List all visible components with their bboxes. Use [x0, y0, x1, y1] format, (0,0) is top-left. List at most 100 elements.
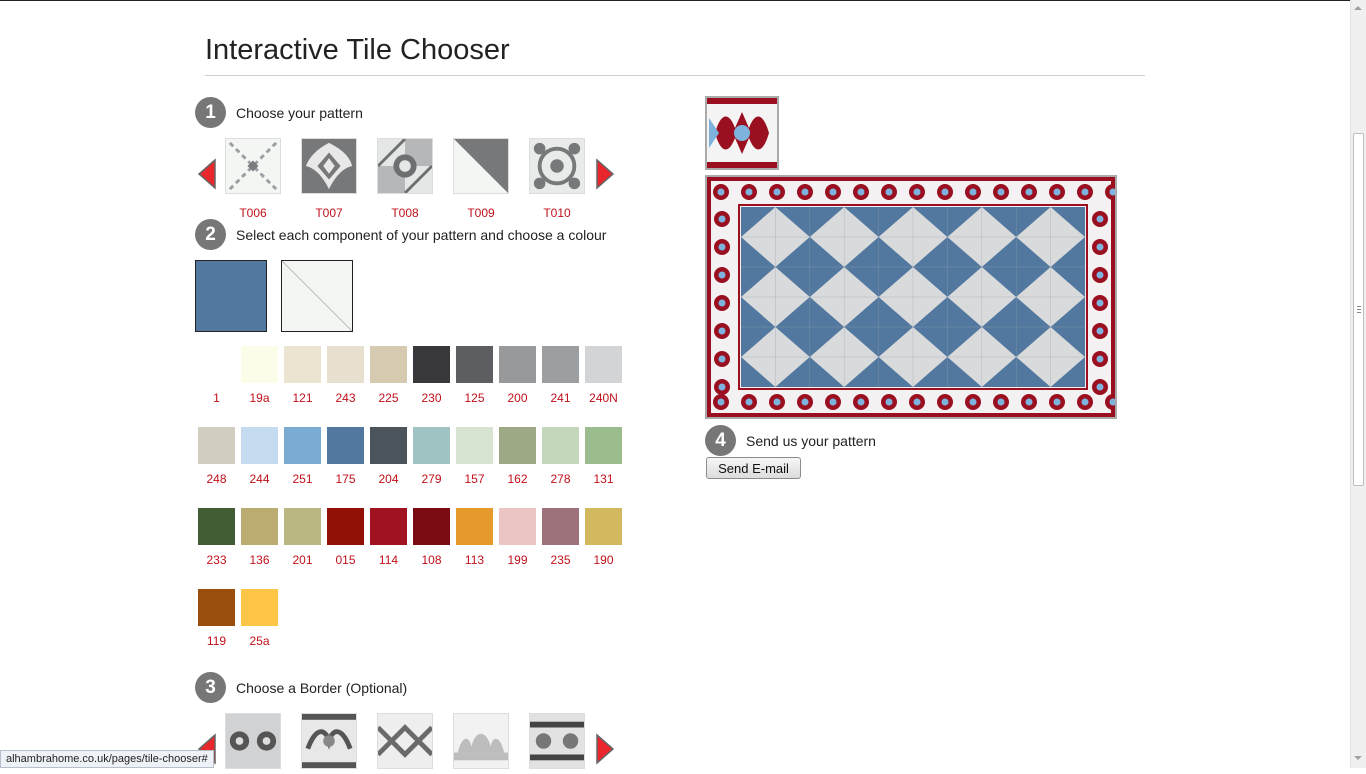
border-ornament-centre: [885, 398, 893, 406]
colour-swatch-119[interactable]: 119: [195, 589, 238, 670]
border-option-1[interactable]: [225, 713, 281, 774]
colour-swatch-225[interactable]: 225: [367, 346, 410, 427]
swatch-code: 157: [464, 472, 485, 486]
swatch-colour: [499, 508, 536, 545]
page-title: Interactive Tile Chooser: [205, 34, 510, 66]
swatch-colour: [542, 508, 579, 545]
swatch-code: 19a: [249, 391, 270, 405]
swatch-colour: [198, 589, 235, 626]
swatch-code: 244: [249, 472, 270, 486]
grip-line: [1357, 306, 1361, 307]
swatch-code: 175: [335, 472, 356, 486]
pattern-code: T007: [315, 206, 343, 220]
swatch-colour: [327, 508, 364, 545]
swatch-code: 235: [550, 553, 571, 567]
colour-swatch-131[interactable]: 131: [582, 427, 625, 508]
colour-swatch-136[interactable]: 136: [238, 508, 281, 589]
swatch-colour: [499, 346, 536, 383]
colour-swatch-113[interactable]: 113: [453, 508, 496, 589]
swatch-code: 119: [206, 634, 227, 648]
border-ornament-centre: [718, 271, 726, 279]
floor-preview-image: [707, 177, 1121, 417]
pattern-prev-arrow-icon[interactable]: [195, 158, 217, 190]
border-ornament-centre: [829, 188, 837, 196]
swatch-code: 200: [507, 391, 528, 405]
vertical-scrollbar[interactable]: [1350, 0, 1366, 768]
colour-swatch-244[interactable]: 244: [238, 427, 281, 508]
border-tile-preview: [705, 96, 779, 170]
border-ornament-centre: [1053, 188, 1061, 196]
border-option-5[interactable]: [529, 713, 585, 774]
border-ornament-centre: [718, 215, 726, 223]
colour-swatch-157[interactable]: 157: [453, 427, 496, 508]
colour-swatch-230[interactable]: 230: [410, 346, 453, 427]
border-option-2[interactable]: [301, 713, 357, 774]
pattern-t009[interactable]: T009: [453, 138, 509, 220]
colour-swatch-25a[interactable]: 25a: [238, 589, 281, 670]
colour-swatch-235[interactable]: 235: [539, 508, 582, 589]
colour-swatch-201[interactable]: 201: [281, 508, 324, 589]
colour-swatch-175[interactable]: 175: [324, 427, 367, 508]
swatch-code: 225: [378, 391, 399, 405]
border-next-arrow-icon[interactable]: [595, 733, 617, 765]
border-ornament-centre: [941, 188, 949, 196]
scrollbar-thumb[interactable]: [1353, 133, 1364, 486]
swatch-colour: [542, 346, 579, 383]
border-option-3[interactable]: [376, 713, 434, 774]
border-ornament-centre: [718, 327, 726, 335]
swatch-code: 162: [507, 472, 528, 486]
border-ornament-centre: [801, 398, 809, 406]
colour-swatch-241[interactable]: 241: [539, 346, 582, 427]
colour-swatch-279[interactable]: 279: [410, 427, 453, 508]
colour-swatch-251[interactable]: 251: [281, 427, 324, 508]
colour-swatch-125[interactable]: 125: [453, 346, 496, 427]
swatch-colour: [585, 346, 622, 383]
swatch-code: 199: [507, 553, 528, 567]
swatch-code: 233: [206, 553, 227, 567]
colour-swatch-243[interactable]: 243: [324, 346, 367, 427]
component-2-selector[interactable]: [281, 260, 353, 332]
colour-swatch-240N[interactable]: 240N: [582, 346, 625, 427]
swatch-code: 131: [593, 472, 614, 486]
send-email-button[interactable]: Send E-mail: [706, 457, 801, 479]
scroll-down-icon[interactable]: [1354, 756, 1362, 760]
pattern-t010[interactable]: T010: [529, 138, 585, 220]
scroll-up-icon[interactable]: [1354, 6, 1362, 10]
border-option-4[interactable]: [453, 713, 509, 774]
swatch-code: 230: [421, 391, 442, 405]
swatch-colour: [370, 508, 407, 545]
colour-swatch-108[interactable]: 108: [410, 508, 453, 589]
step-number: 4: [705, 425, 736, 456]
colour-swatch-199[interactable]: 199: [496, 508, 539, 589]
border-ornament-centre: [913, 188, 921, 196]
colour-swatch-162[interactable]: 162: [496, 427, 539, 508]
colour-swatch-278[interactable]: 278: [539, 427, 582, 508]
border-ornament-centre: [773, 188, 781, 196]
colour-swatch-190[interactable]: 190: [582, 508, 625, 589]
border-ornament-centre: [1096, 355, 1104, 363]
pattern-t008[interactable]: T008: [376, 137, 434, 220]
border-ornament-centre: [718, 383, 726, 391]
border-ornament-centre: [1096, 327, 1104, 335]
border-ornament-centre: [1081, 188, 1089, 196]
colour-swatch-1[interactable]: 1: [195, 346, 238, 427]
colour-swatch-015[interactable]: 015: [324, 508, 367, 589]
pattern-t007[interactable]: T007: [301, 138, 357, 220]
border-ornament-centre: [717, 398, 725, 406]
pattern-t006[interactable]: T006: [225, 138, 281, 220]
pattern-next-arrow-icon[interactable]: [595, 158, 617, 190]
border-ornament-centre: [1096, 299, 1104, 307]
colour-swatch-204[interactable]: 204: [367, 427, 410, 508]
swatch-colour: [585, 508, 622, 545]
colour-swatch-233[interactable]: 233: [195, 508, 238, 589]
border-ornament-centre: [969, 398, 977, 406]
border-ornament-centre: [1096, 215, 1104, 223]
colour-swatch-200[interactable]: 200: [496, 346, 539, 427]
pattern-list: T006 T007 T008 T009 T010: [225, 137, 605, 220]
component-1-selector[interactable]: [195, 260, 267, 332]
colour-swatch-114[interactable]: 114: [367, 508, 410, 589]
step-number: 2: [195, 219, 226, 250]
colour-swatch-121[interactable]: 121: [281, 346, 324, 427]
colour-swatch-19a[interactable]: 19a: [238, 346, 281, 427]
colour-swatch-248[interactable]: 248: [195, 427, 238, 508]
